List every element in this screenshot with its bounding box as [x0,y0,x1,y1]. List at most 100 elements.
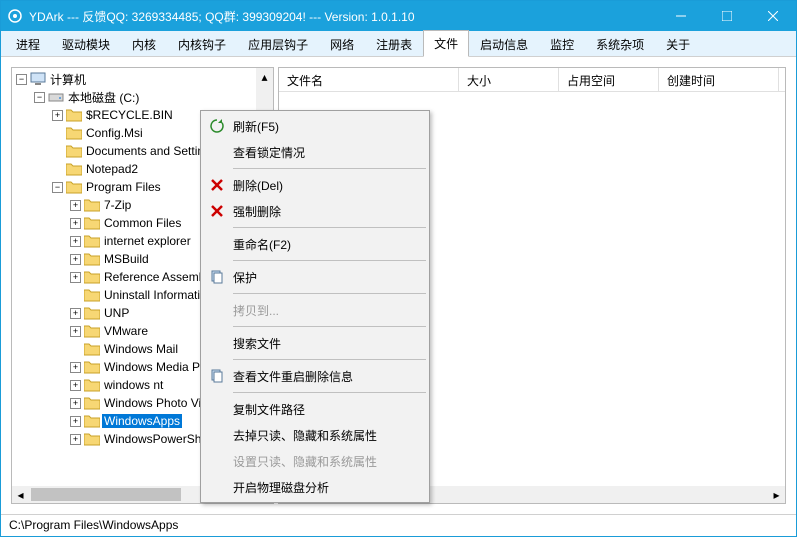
folder-icon [84,234,100,248]
scroll-left-button[interactable]: ◂ [12,486,29,503]
toggle-blank [52,128,63,139]
tab-注册表[interactable]: 注册表 [365,31,423,57]
scroll-up-button[interactable]: ▴ [256,68,273,85]
tree-node-label: VMware [102,324,150,338]
menu-item-label: 开启物理磁盘分析 [233,479,329,496]
scroll-thumb[interactable] [31,488,181,501]
collapse-icon[interactable]: − [52,182,63,193]
expand-icon[interactable]: + [70,326,81,337]
column-header[interactable]: 占用空间 [559,68,659,91]
menu-separator [233,260,426,261]
minimize-button[interactable] [658,1,704,31]
menu-item[interactable]: 保护 [203,264,427,290]
menu-item[interactable]: 重命名(F2) [203,231,427,257]
menu-item-label: 去掉只读、隐藏和系统属性 [233,427,377,444]
copy-icon [209,368,225,384]
expand-icon[interactable]: + [70,200,81,211]
folder-icon [84,252,100,266]
column-header[interactable]: 创建时间 [659,68,779,91]
tree-node-label: windows nt [102,378,165,392]
tree-node-label: Program Files [84,180,163,194]
menu-item-label: 复制文件路径 [233,401,305,418]
expand-icon[interactable]: + [70,398,81,409]
tree-node-label: 计算机 [48,71,88,88]
column-header[interactable]: 大小 [459,68,559,91]
expand-icon[interactable]: + [70,380,81,391]
tree-node-label: 本地磁盘 (C:) [66,89,141,106]
tab-内核[interactable]: 内核 [121,31,167,57]
tree-node-label: Windows Mail [102,342,180,356]
expand-icon[interactable]: + [52,110,63,121]
expand-icon[interactable]: + [70,416,81,427]
tab-驱动模块[interactable]: 驱动模块 [51,31,121,57]
menu-item[interactable]: 刷新(F5) [203,113,427,139]
app-window: YDArk --- 反馈QQ: 3269334485; QQ群: 3993092… [0,0,797,537]
menu-item[interactable]: 去掉只读、隐藏和系统属性 [203,422,427,448]
delete-icon [209,203,225,219]
status-bar: C:\Program Files\WindowsApps [1,514,796,536]
menu-item[interactable]: 查看锁定情况 [203,139,427,165]
tree-node-label: Config.Msi [84,126,145,140]
tree-node-label: Common Files [102,216,183,230]
menu-item[interactable]: 查看文件重启删除信息 [203,363,427,389]
menu-item-label: 查看文件重启删除信息 [233,368,353,385]
folder-icon [30,72,46,86]
menu-item-label: 搜索文件 [233,335,281,352]
expand-icon[interactable]: + [70,254,81,265]
folder-icon [84,216,100,230]
menu-item[interactable]: 删除(Del) [203,172,427,198]
tab-关于[interactable]: 关于 [655,31,701,57]
column-header[interactable]: 文件名 [279,68,459,91]
menu-item-label: 保护 [233,269,257,286]
tab-系统杂项[interactable]: 系统杂项 [585,31,655,57]
collapse-icon[interactable]: − [16,74,27,85]
tab-文件[interactable]: 文件 [423,30,469,57]
menu-item[interactable]: 复制文件路径 [203,396,427,422]
folder-icon [84,378,100,392]
folder-icon [66,162,82,176]
tree-node-label: $RECYCLE.BIN [84,108,175,122]
tree-node-label: MSBuild [102,252,151,266]
toggle-blank [52,146,63,157]
expand-icon[interactable]: + [70,308,81,319]
menu-separator [233,227,426,228]
collapse-icon[interactable]: − [34,92,45,103]
folder-icon [66,144,82,158]
tab-启动信息[interactable]: 启动信息 [469,31,539,57]
menu-item[interactable]: 搜索文件 [203,330,427,356]
scroll-right-button[interactable]: ▸ [768,486,785,503]
tree-node-label: 7-Zip [102,198,133,212]
folder-icon [84,288,100,302]
expand-icon[interactable]: + [70,434,81,445]
expand-icon[interactable]: + [70,272,81,283]
menu-item-label: 刷新(F5) [233,118,279,135]
tab-网络[interactable]: 网络 [319,31,365,57]
menu-item: 拷贝到... [203,297,427,323]
expand-icon[interactable]: + [70,236,81,247]
folder-icon [66,108,82,122]
tab-应用层钩子[interactable]: 应用层钩子 [237,31,319,57]
folder-icon [66,126,82,140]
menu-item-label: 查看锁定情况 [233,144,305,161]
tree-node[interactable]: − 本地磁盘 (C:) [12,88,273,106]
tab-bar: 进程驱动模块内核内核钩子应用层钩子网络注册表文件启动信息监控系统杂项关于 [1,31,796,57]
menu-item[interactable]: 强制删除 [203,198,427,224]
menu-item: 设置只读、隐藏和系统属性 [203,448,427,474]
close-button[interactable] [750,1,796,31]
expand-icon[interactable]: + [70,362,81,373]
delete-icon [209,177,225,193]
tab-监控[interactable]: 监控 [539,31,585,57]
expand-icon[interactable]: + [70,218,81,229]
menu-separator [233,392,426,393]
menu-separator [233,168,426,169]
maximize-button[interactable] [704,1,750,31]
tab-内核钩子[interactable]: 内核钩子 [167,31,237,57]
tree-node-label: Uninstall Information [102,288,215,302]
tree-node[interactable]: − 计算机 [12,70,273,88]
window-title: YDArk --- 反馈QQ: 3269334485; QQ群: 3993092… [29,8,658,25]
tab-进程[interactable]: 进程 [5,31,51,57]
menu-item[interactable]: 开启物理磁盘分析 [203,474,427,500]
folder-icon [84,198,100,212]
title-bar: YDArk --- 反馈QQ: 3269334485; QQ群: 3993092… [1,1,796,31]
gear-icon [7,8,23,24]
